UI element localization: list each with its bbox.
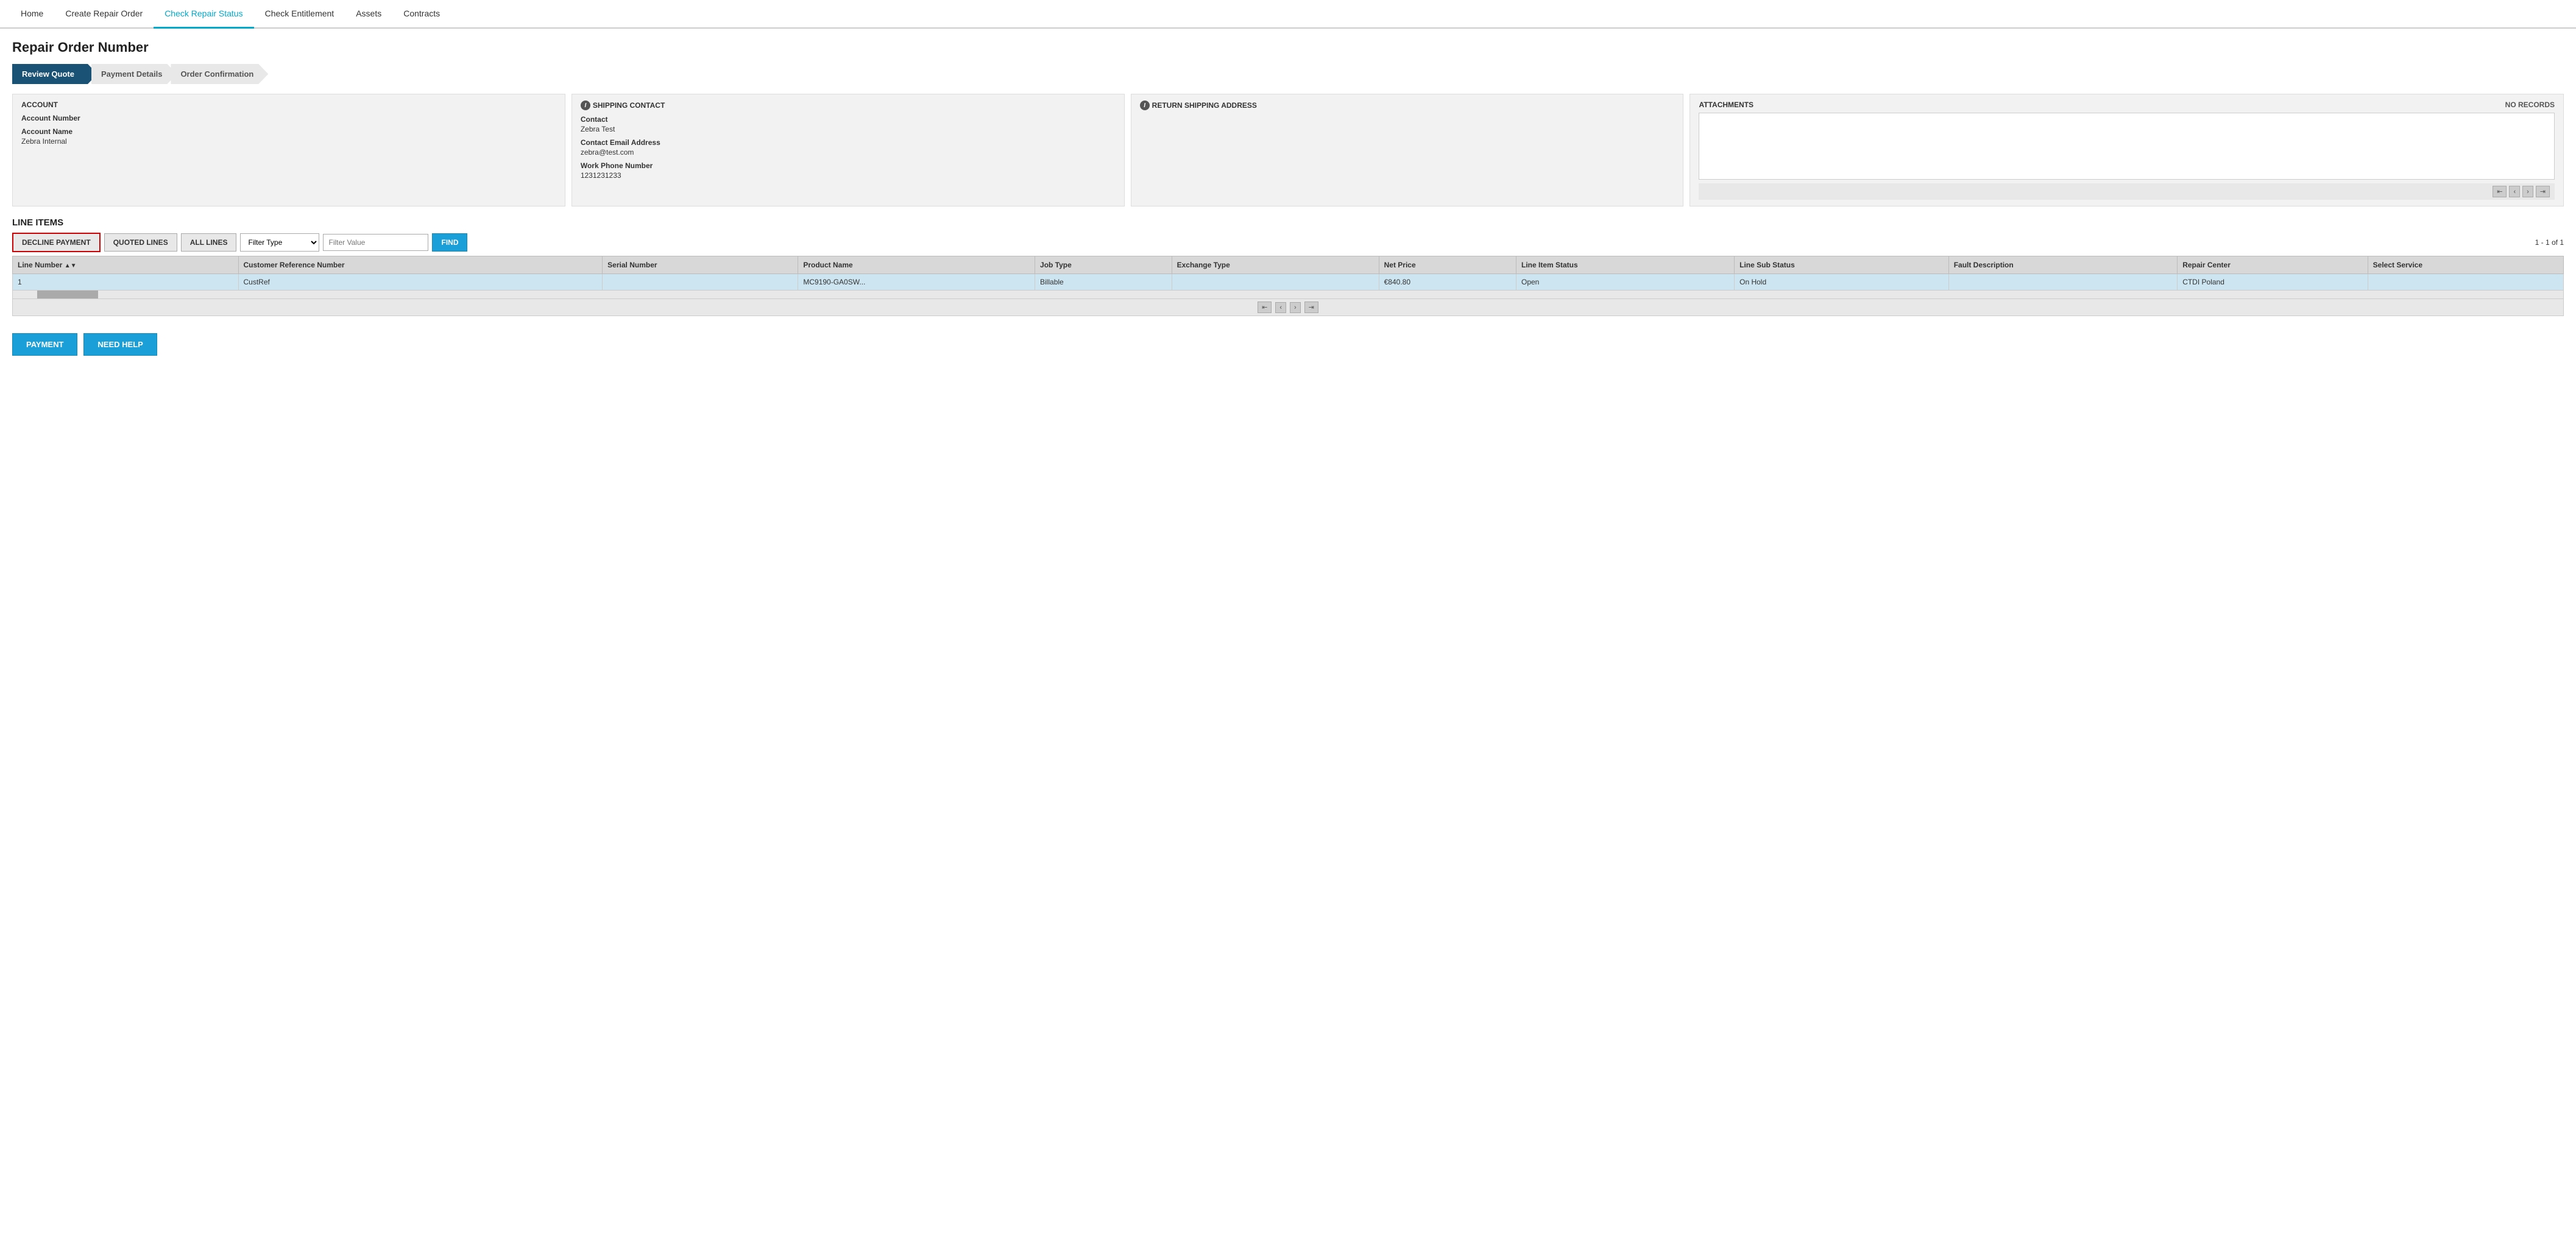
cell-select-service [2368,274,2563,291]
line-items-header: DECLINE PAYMENT QUOTED LINES ALL LINES F… [12,233,2564,252]
contact-value: Zebra Test [581,125,1116,133]
line-items-table: Line Number ▲▼ Customer Reference Number… [12,256,2564,291]
attachments-no-records: No Records [2505,101,2555,109]
all-lines-button[interactable]: ALL LINES [181,233,237,252]
cell-serial-number [603,274,798,291]
quoted-lines-button[interactable]: QUOTED LINES [104,233,177,252]
info-icon-return-shipping: i [1140,101,1150,110]
account-name-value: Zebra Internal [21,137,556,146]
account-number-label: Account Number [21,114,556,122]
attachments-pagination: ⇤ ‹ › ⇥ [1699,183,2555,200]
col-line-item-status: Line Item Status [1516,256,1735,274]
account-box-header: ACCOUNT [21,101,556,109]
filter-value-input[interactable] [323,234,428,251]
nav-home[interactable]: Home [10,0,54,29]
find-button[interactable]: FIND [432,233,467,252]
col-line-number[interactable]: Line Number ▲▼ [13,256,239,274]
col-product-name: Product Name [798,256,1035,274]
page-title: Repair Order Number [12,40,2564,55]
wizard-step-payment-details[interactable]: Payment Details [91,64,177,84]
col-select-service: Select Service [2368,256,2563,274]
cell-net-price: €840.80 [1379,274,1516,291]
shipping-contact-header: i SHIPPING CONTACT [581,101,1116,110]
table-row[interactable]: 1 CustRef MC9190-GA0SW... Billable €840.… [13,274,2564,291]
sort-icon-line-number: ▲▼ [65,263,77,269]
top-navigation: Home Create Repair Order Check Repair St… [0,0,2576,29]
contact-label: Contact [581,115,1116,124]
cell-line-item-status: Open [1516,274,1735,291]
col-customer-ref: Customer Reference Number [238,256,603,274]
line-items-controls: DECLINE PAYMENT QUOTED LINES ALL LINES F… [12,233,467,252]
info-icon-shipping: i [581,101,590,110]
table-header-row: Line Number ▲▼ Customer Reference Number… [13,256,2564,274]
line-items-title: LINE ITEMS [12,217,2564,228]
table-scroll-thumb [37,291,98,298]
page-content: Repair Order Number Review Quote Payment… [0,29,2576,367]
contact-email-label: Contact Email Address [581,138,1116,147]
attachments-header: ATTACHMENTS No Records [1699,101,2555,109]
need-help-button[interactable]: NEED HELP [83,333,157,356]
table-first-page[interactable]: ⇤ [1258,302,1272,313]
table-scrollbar[interactable] [12,291,2564,299]
account-box: ACCOUNT Account Number Account Name Zebr… [12,94,565,206]
nav-assets[interactable]: Assets [345,0,392,29]
nav-create-repair-order[interactable]: Create Repair Order [54,0,154,29]
decline-payment-button[interactable]: DECLINE PAYMENT [12,233,101,252]
attachments-last-page[interactable]: ⇥ [2536,186,2550,197]
info-row: ACCOUNT Account Number Account Name Zebr… [12,94,2564,206]
wizard-step-order-confirmation[interactable]: Order Confirmation [171,64,268,84]
col-line-sub-status: Line Sub Status [1735,256,1949,274]
cell-customer-ref: CustRef [238,274,603,291]
col-fault-description: Fault Description [1948,256,2178,274]
cell-product-name: MC9190-GA0SW... [798,274,1035,291]
filter-type-select[interactable]: Filter Type [240,233,319,252]
bottom-buttons: PAYMENT NEED HELP [12,333,2564,356]
return-shipping-header: i RETURN SHIPPING ADDRESS [1140,101,1675,110]
cell-exchange-type [1172,274,1379,291]
contact-email-value: zebra@test.com [581,148,1116,157]
cell-fault-description [1948,274,2178,291]
table-prev-page[interactable]: ‹ [1275,302,1286,313]
nav-check-entitlement[interactable]: Check Entitlement [254,0,345,29]
shipping-contact-box: i SHIPPING CONTACT Contact Zebra Test Co… [571,94,1125,206]
wizard-step-review-quote[interactable]: Review Quote [12,64,97,84]
attachments-box: ATTACHMENTS No Records ⇤ ‹ › ⇥ [1690,94,2564,206]
table-next-page[interactable]: › [1290,302,1301,313]
work-phone-value: 1231231233 [581,171,1116,180]
account-name-label: Account Name [21,127,556,136]
attachments-next-page[interactable]: › [2522,186,2533,197]
pagination-info: 1 - 1 of 1 [2535,238,2564,247]
nav-contracts[interactable]: Contracts [392,0,451,29]
cell-line-number: 1 [13,274,239,291]
table-footer: ⇤ ‹ › ⇥ [12,299,2564,316]
attachments-prev-page[interactable]: ‹ [2509,186,2520,197]
attachments-first-page[interactable]: ⇤ [2493,186,2507,197]
work-phone-label: Work Phone Number [581,161,1116,170]
cell-line-sub-status: On Hold [1735,274,1949,291]
wizard-steps: Review Quote Payment Details Order Confi… [12,64,2564,84]
col-serial-number: Serial Number [603,256,798,274]
col-repair-center: Repair Center [2178,256,2368,274]
cell-job-type: Billable [1035,274,1172,291]
nav-check-repair-status[interactable]: Check Repair Status [154,0,253,29]
payment-button[interactable]: PAYMENT [12,333,77,356]
attachments-area [1699,113,2555,180]
col-job-type: Job Type [1035,256,1172,274]
return-shipping-box: i RETURN SHIPPING ADDRESS [1131,94,1684,206]
col-net-price: Net Price [1379,256,1516,274]
col-exchange-type: Exchange Type [1172,256,1379,274]
cell-repair-center: CTDI Poland [2178,274,2368,291]
table-last-page[interactable]: ⇥ [1304,302,1318,313]
